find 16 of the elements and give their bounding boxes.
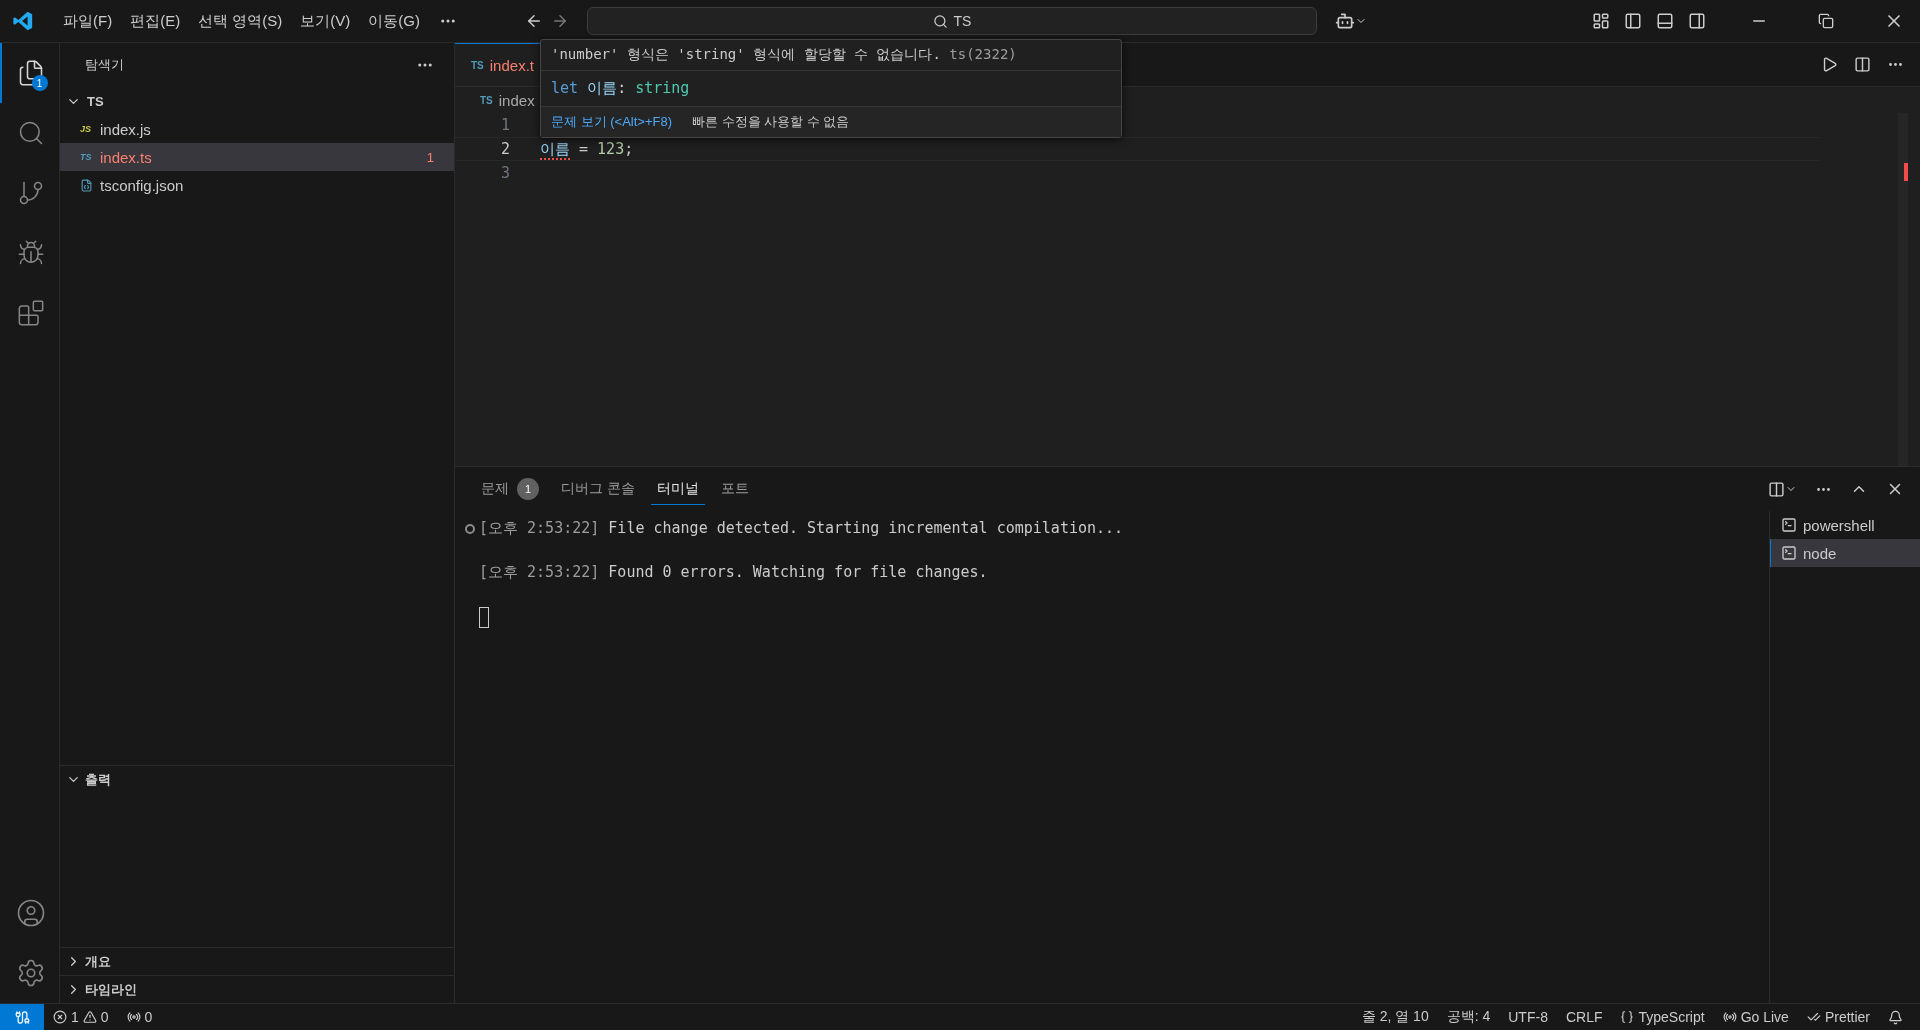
file-type-label: TS <box>80 152 93 162</box>
terminal-line: [오후 2:53:22] File change detected. Starting incremental compilation... <box>479 519 1124 538</box>
type-signature: let 이름: string <box>551 79 690 99</box>
file-type-label: TS <box>471 59 484 71</box>
line-number: 2 <box>499 140 510 158</box>
quick-fix-note: 빠른 수정을 사용할 수 없음 <box>692 113 850 131</box>
line-number: 1 <box>499 116 510 134</box>
count-badge: 1 <box>31 75 48 91</box>
terminal-line: [오후 2:53:22] Found 0 errors. Watching for file changes. <box>479 563 988 582</box>
line-number: 3 <box>499 164 510 182</box>
error-count: 1 <box>426 149 434 165</box>
sidebar-title: 탐색기 <box>85 56 124 74</box>
error-message: 'number' 형식은 'string' 형식에 할당할 수 없습니다. ts(2322) <box>551 46 1017 62</box>
file-type-label: JS <box>80 124 92 134</box>
file-type-label: TS <box>480 94 493 106</box>
count-badge: 1 <box>517 477 539 500</box>
